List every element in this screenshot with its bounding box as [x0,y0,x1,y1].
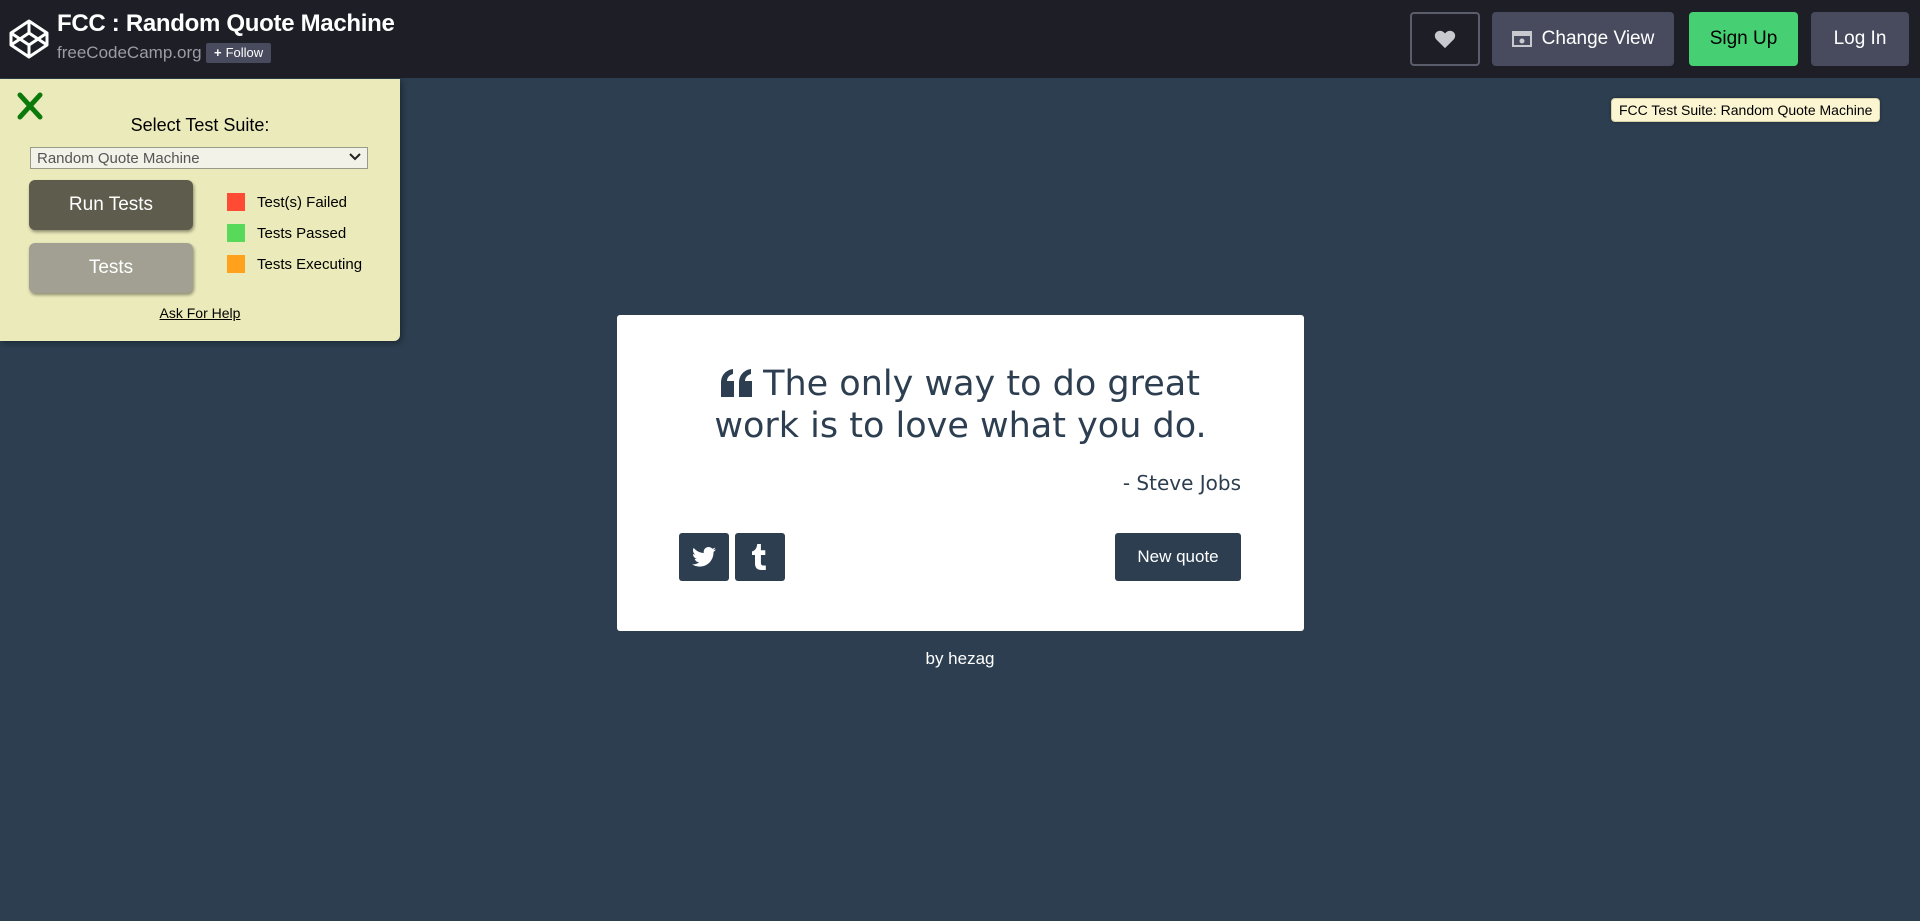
test-suite-panel: Select Test Suite: Random Quote Machine … [0,79,400,341]
test-suite-tag[interactable]: FCC Test Suite: Random Quote Machine [1611,98,1881,122]
change-view-label: Change View [1541,28,1655,49]
passed-swatch [227,224,245,242]
top-bar: FCC : Random Quote Machine freeCodeCamp.… [0,0,1920,78]
quote-text-block: The only way to do great work is to love… [677,363,1244,447]
selected-suite-value: Random Quote Machine [37,150,200,167]
legend-failed: Test(s) Failed [227,192,347,212]
legend-executing: Tests Executing [227,254,362,274]
pen-owner-link[interactable]: freeCodeCamp.org [57,43,202,63]
legend-executing-label: Tests Executing [257,255,363,273]
tweet-quote-button[interactable] [679,533,729,581]
ask-for-help-link[interactable]: Ask For Help [0,305,400,321]
quote-box: The only way to do great work is to love… [617,315,1304,631]
test-suite-select[interactable]: Random Quote Machine [30,147,368,169]
codepen-logo-icon[interactable] [8,18,50,60]
twitter-icon [692,547,716,567]
quote-left-icon [721,369,753,397]
byline: by hezag [0,649,1920,669]
chevron-down-icon [349,153,361,161]
failed-swatch [227,193,245,211]
quote-author: - Steve Jobs [1122,471,1241,495]
byline-author-link[interactable]: hezag [948,649,994,668]
log-in-button[interactable]: Log In [1811,12,1909,66]
legend-failed-label: Test(s) Failed [257,193,348,211]
heart-icon [1434,30,1456,49]
change-view-button[interactable]: Change View [1492,12,1674,66]
executing-swatch [227,255,245,273]
select-suite-label: Select Test Suite: [130,115,270,135]
follow-button[interactable]: + Follow [206,43,272,63]
quote-text: The only way to do great work is to love… [714,364,1207,446]
legend-passed: Tests Passed [227,223,346,243]
run-tests-button[interactable]: Run Tests [29,180,193,230]
change-view-icon [1511,31,1532,47]
legend-passed-label: Tests Passed [257,224,347,242]
heart-button[interactable] [1410,12,1480,66]
tumblr-icon [752,544,766,570]
tests-button[interactable]: Tests [29,243,193,293]
plus-icon: + [214,45,222,60]
byline-prefix: by [925,649,949,668]
sign-up-button[interactable]: Sign Up [1689,12,1798,66]
follow-label: Follow [225,45,264,60]
new-quote-button[interactable]: New quote [1115,533,1241,581]
pen-title: FCC : Random Quote Machine [57,10,395,37]
tumblr-quote-button[interactable] [735,533,785,581]
